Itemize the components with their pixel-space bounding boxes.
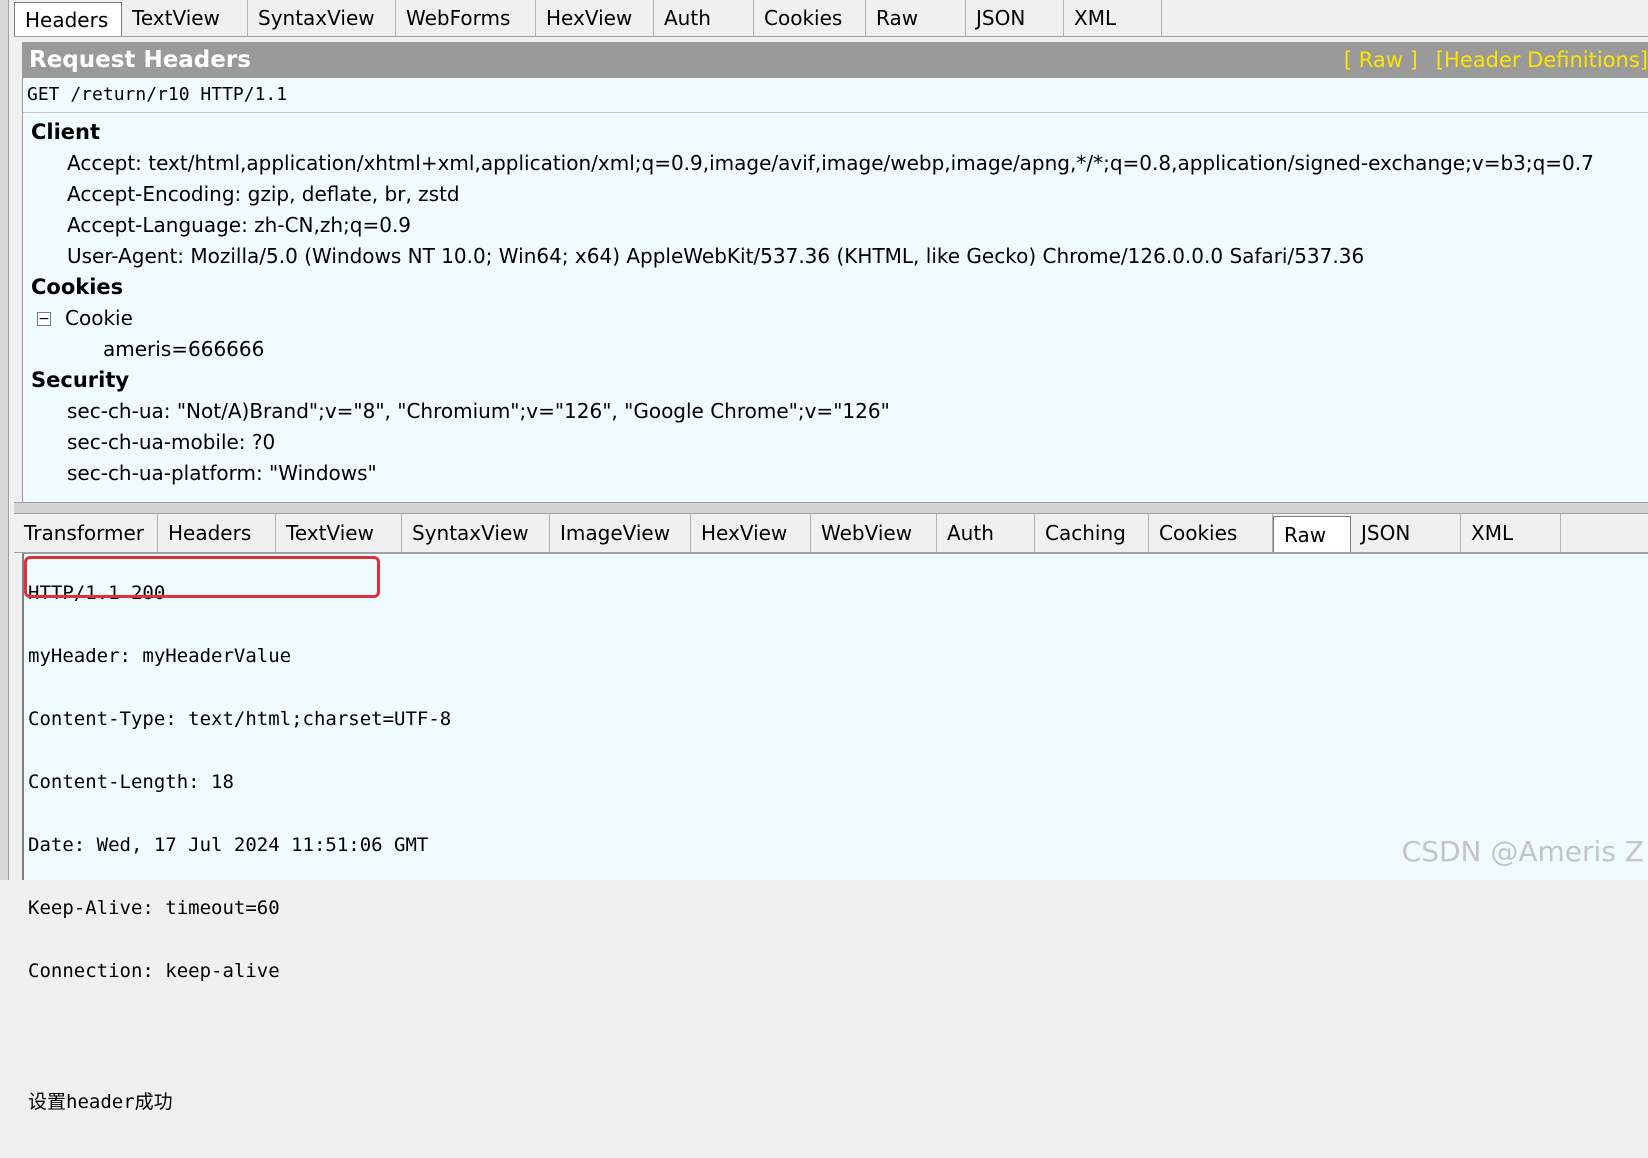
tab-cookies[interactable]: Cookies xyxy=(754,0,866,36)
tab-json[interactable]: JSON xyxy=(966,0,1064,36)
connection-line: Connection: keep-alive xyxy=(28,960,280,982)
request-headers-title-bar: Request Headers [ Raw ] [Header Definiti… xyxy=(23,42,1648,78)
raw-link[interactable]: [ Raw ] xyxy=(1344,48,1418,72)
tab-headers[interactable]: Headers xyxy=(14,2,122,36)
header-tree: Client Accept: text/html,application/xht… xyxy=(23,113,1648,489)
response-body: 设置header成功 xyxy=(28,1091,173,1113)
request-line: GET /return/r10 HTTP/1.1 xyxy=(23,78,1648,113)
cookie-value[interactable]: ameris=666666 xyxy=(31,334,1648,365)
header-definitions-link[interactable]: [Header Definitions] xyxy=(1436,48,1648,72)
request-tabstrip: Headers TextView SyntaxView WebForms Hex… xyxy=(14,0,1648,37)
header-user-agent[interactable]: User-Agent: Mozilla/5.0 (Windows NT 10.0… xyxy=(31,241,1648,272)
cookie-node-label: Cookie xyxy=(65,306,133,330)
content-length-line: Content-Length: 18 xyxy=(28,771,234,793)
tab-xml[interactable]: XML xyxy=(1064,0,1162,36)
request-headers-pane: Request Headers [ Raw ] [Header Definiti… xyxy=(22,42,1648,502)
group-cookies[interactable]: Cookies xyxy=(31,272,1648,303)
request-headers-title: Request Headers xyxy=(29,47,251,73)
csdn-watermark: CSDN @Ameris Z xyxy=(1401,835,1644,868)
custom-header-line: myHeader: myHeaderValue xyxy=(28,645,292,667)
tab-auth[interactable]: Auth xyxy=(654,0,754,36)
header-sec-ch-ua[interactable]: sec-ch-ua: "Not/A)Brand";v="8", "Chromiu… xyxy=(31,396,1648,427)
collapse-icon[interactable]: − xyxy=(37,311,51,326)
tab-syntaxview[interactable]: SyntaxView xyxy=(248,0,396,36)
group-client[interactable]: Client xyxy=(31,117,1648,148)
tab-hexview[interactable]: HexView xyxy=(536,0,654,36)
title-links: [ Raw ] [Header Definitions] xyxy=(1344,48,1648,72)
content-type-line: Content-Type: text/html;charset=UTF-8 xyxy=(28,708,452,730)
header-accept[interactable]: Accept: text/html,application/xhtml+xml,… xyxy=(31,148,1648,179)
response-raw-pane[interactable]: HTTP/1.1 200 myHeader: myHeaderValue Con… xyxy=(22,553,1648,1113)
pane-splitter[interactable] xyxy=(14,502,1648,514)
header-sec-ch-ua-mobile[interactable]: sec-ch-ua-mobile: ?0 xyxy=(31,427,1648,458)
header-accept-encoding[interactable]: Accept-Encoding: gzip, deflate, br, zstd xyxy=(31,179,1648,210)
tab-textview[interactable]: TextView xyxy=(122,0,248,36)
keep-alive-line: Keep-Alive: timeout=60 xyxy=(28,897,280,919)
group-security[interactable]: Security xyxy=(31,365,1648,396)
header-accept-language[interactable]: Accept-Language: zh-CN,zh;q=0.9 xyxy=(31,210,1648,241)
red-highlight-annotation xyxy=(24,556,380,598)
header-sec-ch-ua-platform[interactable]: sec-ch-ua-platform: "Windows" xyxy=(31,458,1648,489)
tab-raw[interactable]: Raw xyxy=(866,0,966,36)
cookie-node[interactable]: − Cookie xyxy=(31,303,1648,334)
window-left-edge xyxy=(0,0,9,880)
tab-webforms[interactable]: WebForms xyxy=(396,0,536,36)
